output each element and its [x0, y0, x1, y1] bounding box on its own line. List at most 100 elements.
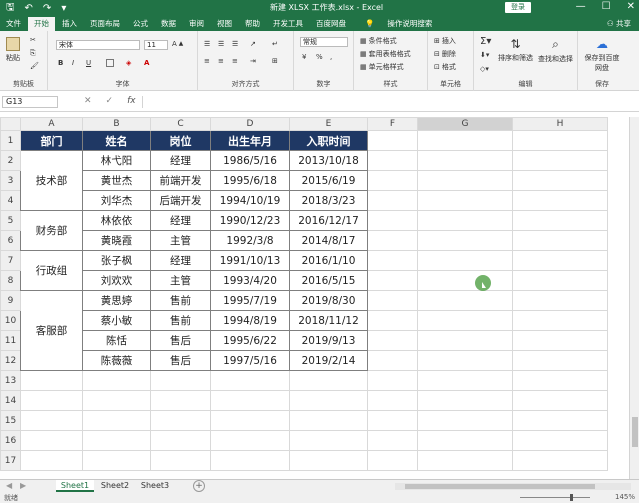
department-cell[interactable]: 技术部 [20, 150, 83, 211]
empty-cell[interactable] [417, 190, 513, 211]
redo-icon[interactable]: ↷ [43, 3, 51, 14]
department-cell[interactable]: 客服部 [20, 290, 83, 371]
empty-cell[interactable] [417, 330, 513, 351]
row-header-8[interactable]: 8 [0, 270, 21, 291]
empty-cell[interactable] [512, 210, 608, 231]
worksheet-grid[interactable]: A B C D E F G H 1 部门 姓名 岗位 出生年月 入职时间 2 技术部 林弋阳 经理 1986/5/1… [0, 117, 629, 479]
save-to-baidu-button[interactable]: ☁ 保存到百度网盘 [582, 37, 622, 73]
row-header-16[interactable]: 16 [0, 430, 21, 451]
empty-cell[interactable] [417, 430, 513, 451]
customize-toolbar-icon[interactable]: ▾ [61, 3, 66, 14]
department-cell[interactable]: 财务部 [20, 210, 83, 251]
empty-cell[interactable] [82, 430, 151, 451]
cancel-icon[interactable]: ✕ [84, 96, 92, 106]
row-header-11[interactable]: 11 [0, 330, 21, 351]
table-cell[interactable]: 林弋阳 [82, 150, 151, 171]
column-header-e[interactable]: E [289, 117, 368, 131]
table-cell[interactable]: 1992/3/8 [210, 230, 290, 251]
tab-file[interactable]: 文件 [0, 17, 27, 31]
format-cells-button[interactable]: ⊡ 格式 [434, 62, 456, 72]
empty-cell[interactable] [512, 130, 608, 151]
undo-icon[interactable]: ↶ [25, 3, 33, 14]
empty-cell[interactable] [512, 330, 608, 351]
table-cell[interactable]: 经理 [150, 210, 211, 231]
empty-cell[interactable] [367, 290, 418, 311]
table-cell[interactable]: 张子枫 [82, 250, 151, 271]
empty-cell[interactable] [367, 370, 418, 391]
table-cell[interactable]: 1991/10/13 [210, 250, 290, 271]
row-header-10[interactable]: 10 [0, 310, 21, 331]
tab-formulas[interactable]: 公式 [127, 17, 154, 31]
table-cell[interactable]: 售前 [150, 310, 211, 331]
empty-cell[interactable] [367, 150, 418, 171]
wrap-text-icon[interactable]: ↵ [272, 40, 278, 48]
empty-cell[interactable] [20, 390, 83, 411]
tab-page-layout[interactable]: 页面布局 [84, 17, 126, 31]
empty-cell[interactable] [512, 350, 608, 371]
table-header-cell[interactable]: 入职时间 [289, 130, 368, 151]
tab-view[interactable]: 视图 [211, 17, 238, 31]
table-cell[interactable]: 售后 [150, 330, 211, 351]
copy-icon[interactable]: ⎘ [30, 49, 36, 58]
empty-cell[interactable] [150, 390, 211, 411]
align-center-icon[interactable]: ≡ [218, 57, 224, 65]
column-header-g[interactable]: G [417, 117, 513, 131]
align-left-icon[interactable]: ≡ [204, 57, 210, 65]
sheet-tab-3[interactable]: Sheet3 [136, 480, 174, 492]
empty-cell[interactable] [367, 390, 418, 411]
font-color-icon[interactable]: A [144, 59, 149, 67]
table-cell[interactable]: 售前 [150, 290, 211, 311]
empty-cell[interactable] [289, 370, 368, 391]
empty-cell[interactable] [150, 450, 211, 471]
empty-cell[interactable] [367, 330, 418, 351]
empty-cell[interactable] [289, 450, 368, 471]
row-header-7[interactable]: 7 [0, 250, 21, 271]
table-cell[interactable]: 2016/12/17 [289, 210, 368, 231]
empty-cell[interactable] [20, 410, 83, 431]
empty-cell[interactable] [367, 190, 418, 211]
row-header-15[interactable]: 15 [0, 410, 21, 431]
empty-cell[interactable] [150, 430, 211, 451]
vertical-scroll-thumb[interactable] [632, 417, 638, 447]
column-header-a[interactable]: A [20, 117, 83, 131]
empty-cell[interactable] [512, 190, 608, 211]
empty-cell[interactable] [210, 450, 290, 471]
table-cell[interactable]: 2018/3/23 [289, 190, 368, 211]
empty-cell[interactable] [150, 410, 211, 431]
number-format-select[interactable]: 常规 [300, 37, 348, 47]
table-cell[interactable]: 2016/5/15 [289, 270, 368, 291]
column-header-c[interactable]: C [150, 117, 211, 131]
table-cell[interactable]: 2019/2/14 [289, 350, 368, 371]
maximize-button[interactable]: ☐ [602, 1, 611, 12]
underline-button[interactable]: U [86, 59, 91, 67]
tell-me-search[interactable]: 操作说明搜索 [381, 17, 438, 31]
table-cell[interactable]: 1986/5/16 [210, 150, 290, 171]
table-cell[interactable]: 陈恬 [82, 330, 151, 351]
empty-cell[interactable] [367, 450, 418, 471]
prev-sheet-icon[interactable]: ◀ [6, 481, 12, 490]
fill-color-icon[interactable]: ◈ [126, 59, 131, 67]
empty-cell[interactable] [417, 250, 513, 271]
empty-cell[interactable] [210, 370, 290, 391]
empty-cell[interactable] [367, 310, 418, 331]
tab-review[interactable]: 审阅 [183, 17, 210, 31]
table-cell[interactable]: 经理 [150, 150, 211, 171]
empty-cell[interactable] [512, 250, 608, 271]
row-header-9[interactable]: 9 [0, 290, 21, 311]
empty-cell[interactable] [20, 370, 83, 391]
close-button[interactable]: ✕ [627, 1, 635, 12]
table-cell[interactable]: 1990/12/23 [210, 210, 290, 231]
empty-cell[interactable] [82, 450, 151, 471]
empty-cell[interactable] [417, 150, 513, 171]
table-cell[interactable]: 蔡小敏 [82, 310, 151, 331]
horizontal-scrollbar[interactable] [395, 483, 631, 490]
empty-cell[interactable] [512, 230, 608, 251]
table-cell[interactable]: 2018/11/12 [289, 310, 368, 331]
empty-cell[interactable] [512, 270, 608, 291]
empty-cell[interactable] [289, 410, 368, 431]
empty-cell[interactable] [512, 390, 608, 411]
empty-cell[interactable] [512, 450, 608, 471]
table-cell[interactable]: 售后 [150, 350, 211, 371]
table-cell[interactable]: 刘华杰 [82, 190, 151, 211]
table-cell[interactable]: 2019/8/30 [289, 290, 368, 311]
